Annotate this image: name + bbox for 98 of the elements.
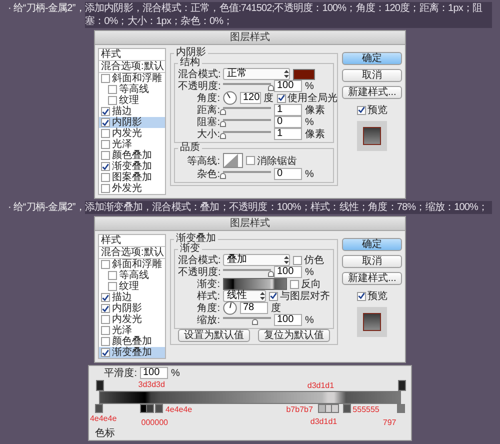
style-item[interactable]: 渐变叠加 (99, 347, 165, 358)
style-item[interactable]: 描边 (99, 292, 165, 303)
field-label: 等高线: (186, 154, 220, 168)
style-item[interactable]: 颜色叠加 (99, 150, 165, 161)
field-label: 距离: (196, 104, 220, 116)
color-annotation: 4e4e4e (90, 414, 117, 423)
option-label: 与图层对齐 (280, 290, 330, 302)
instruction-text: · 给“刀柄-金属2”， (8, 2, 85, 15)
field-label: 杂色: (196, 168, 220, 181)
style-item[interactable]: 纹理 (99, 95, 165, 106)
dropdown[interactable]: 正常 (223, 68, 290, 80)
highlighted-text: 添加内阴影，混合模式：正常，色值:741502;不透明度：100%；角度：120度；距离：1px；阻塞：0%；大小：1px；杂色：0%； (84, 2, 492, 28)
color-annotation: b7b7b7 (286, 405, 313, 414)
styles-heading[interactable]: 样式 (99, 235, 165, 247)
color-annotation: 000000 (141, 418, 168, 427)
style-item[interactable]: 光泽 (99, 325, 165, 336)
style-item[interactable]: 等高线 (99, 270, 165, 281)
style-item[interactable]: 光泽 (99, 139, 165, 150)
style-item[interactable]: 内发光 (99, 128, 165, 139)
style-item[interactable]: 斜面和浮雕 (99, 259, 165, 270)
field-label: 平滑度: (103, 366, 137, 380)
unit-label: % (305, 80, 314, 92)
value-field[interactable]: 1 (274, 128, 302, 140)
value-field[interactable]: 100 (274, 314, 302, 326)
style-item[interactable]: 混合选项:默认 (99, 61, 165, 73)
highlighted-text: 添加渐变叠加，混合模式：叠加；不透明度：100%；样式：线性；角度：78%；缩放：100%； (84, 201, 492, 214)
dialog-button[interactable]: 新建样式... (342, 272, 402, 285)
field-label: 角度: (196, 302, 220, 314)
option-label: 使用全局光 (288, 92, 338, 104)
dialog-button[interactable]: 确定 (342, 52, 402, 65)
reset-button[interactable]: 复位为默认值 (258, 329, 330, 342)
style-item[interactable]: 内发光 (99, 314, 165, 325)
style-item[interactable]: 纹理 (99, 281, 165, 292)
color-annotation: 555555 (352, 405, 380, 414)
unit-label: % (305, 168, 314, 180)
value-field[interactable]: 78 (240, 302, 268, 314)
unit-label: 度 (271, 302, 281, 315)
style-item[interactable]: 外发光 (99, 183, 165, 194)
field-label: 不透明度: (178, 266, 220, 278)
style-item[interactable]: 渐变叠加 (99, 161, 165, 172)
style-item[interactable]: 等高线 (99, 84, 165, 95)
style-item[interactable]: 内阴影 (99, 117, 165, 128)
option-label: 仿色 (304, 254, 324, 267)
field-label: 渐变: (196, 278, 220, 290)
unit-label: % (305, 266, 314, 278)
value-field[interactable]: 100 (140, 367, 168, 379)
style-item[interactable]: 颜色叠加 (99, 336, 165, 347)
styles-heading[interactable]: 样式 (99, 49, 165, 61)
color-annotation: 4e4e4e (165, 405, 192, 414)
window-title: 图层样式 (95, 31, 405, 45)
style-item[interactable]: 描边 (99, 106, 165, 117)
unit-label: 像素 (305, 104, 325, 117)
panel-title: 内阴影 (175, 48, 207, 58)
value-field[interactable]: 0 (274, 168, 302, 180)
field-label: 不透明度: (178, 80, 220, 92)
dialog-button[interactable]: 取消 (342, 69, 402, 82)
unit-label: 度 (264, 92, 274, 105)
field-label: 样式: (196, 290, 220, 302)
field-label: 阻塞: (196, 116, 220, 128)
dialog-button[interactable]: 确定 (342, 238, 402, 251)
color-annotation: 797 (382, 418, 396, 427)
dialog-button[interactable]: 取消 (342, 255, 402, 268)
style-item[interactable]: 内阴影 (99, 303, 165, 314)
style-item[interactable]: 图案叠加 (99, 172, 165, 183)
unit-label: % (305, 116, 314, 128)
option-label: 消除锯齿 (257, 154, 297, 168)
color-annotation: 3d3d3d (138, 380, 165, 389)
group-title: 渐变 (179, 244, 201, 254)
reset-button[interactable]: 设置为默认值 (178, 329, 250, 342)
group-title: 结构 (179, 58, 201, 68)
dialog-button[interactable]: 新建样式... (342, 86, 402, 99)
field-label: 混合模式: (178, 254, 220, 266)
value-field[interactable]: 0 (274, 116, 302, 128)
unit-label: 像素 (305, 128, 325, 141)
window-title: 图层样式 (95, 217, 405, 231)
dropdown[interactable]: 线性 (223, 290, 266, 302)
option-label: 预览 (368, 290, 388, 303)
unit-label: % (305, 314, 314, 326)
value-field[interactable]: 120 (240, 92, 261, 104)
style-item[interactable]: 混合选项:默认 (99, 247, 165, 259)
field-label: 大小: (196, 128, 220, 141)
group-title: 品质 (179, 143, 201, 153)
field-label: 角度: (196, 92, 220, 104)
option-label: 反向 (301, 278, 321, 290)
value-field[interactable]: 100 (274, 80, 302, 92)
dropdown[interactable]: 叠加 (223, 254, 290, 266)
value-field[interactable]: 1 (274, 104, 302, 116)
instruction-text: · 给“刀柄-金属2”， (8, 201, 85, 214)
option-label: 预览 (368, 104, 388, 117)
unit-label: % (171, 368, 180, 378)
field-label: 混合模式: (178, 68, 220, 80)
field-label: 缩放: (196, 314, 220, 327)
panel-title: 渐变叠加 (175, 234, 217, 244)
value-field[interactable]: 100 (274, 266, 302, 278)
color-annotation: d3d1d1 (307, 381, 334, 390)
style-item[interactable]: 斜面和浮雕 (99, 73, 165, 84)
color-annotation: d3d1d1 (310, 417, 338, 426)
group-title: 色标 (95, 428, 116, 439)
